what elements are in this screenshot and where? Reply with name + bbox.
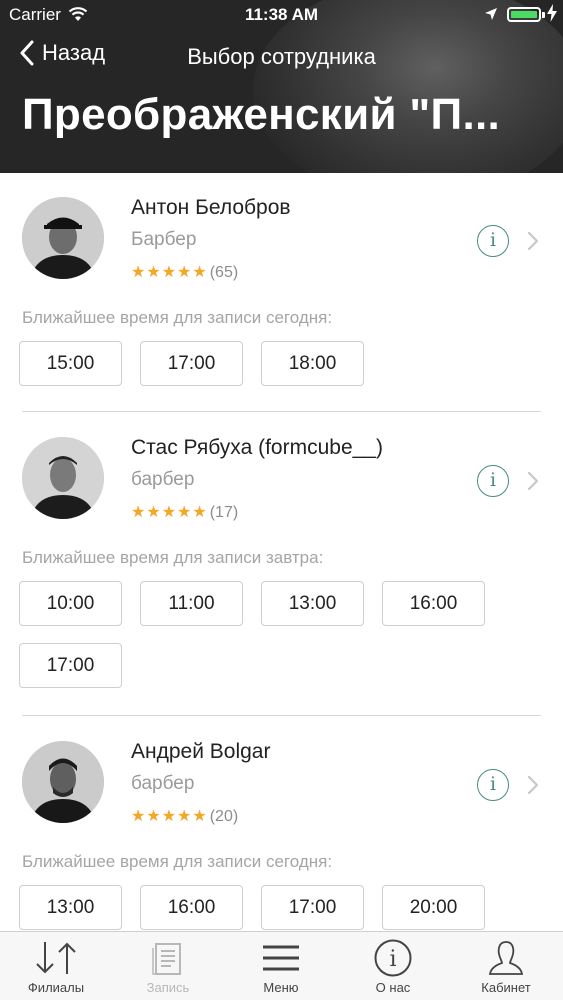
- menu-hamburger-icon: [225, 938, 337, 978]
- slots-label: Ближайшее время для записи завтра:: [22, 548, 324, 567]
- tab-about[interactable]: i О нас: [337, 932, 449, 1001]
- branches-arrows-icon: [0, 938, 112, 978]
- time-slot-button[interactable]: 10:00: [19, 581, 122, 626]
- employee-rating: ★★★★★ (17): [131, 502, 238, 522]
- info-icon[interactable]: i: [477, 769, 509, 801]
- employee-name: Антон Белобров: [131, 196, 291, 219]
- divider: [22, 715, 541, 716]
- time-slot-button[interactable]: 17:00: [140, 341, 243, 386]
- time-slot-button[interactable]: 11:00: [140, 581, 243, 626]
- chevron-right-icon[interactable]: [527, 231, 539, 251]
- battery-icon: [507, 7, 541, 22]
- slots-label: Ближайшее время для записи сегодня:: [22, 852, 333, 871]
- tab-branches[interactable]: Филиалы: [0, 932, 112, 1001]
- tab-label: Кабинет: [481, 980, 531, 995]
- info-circle-icon: i: [337, 938, 449, 978]
- time-slot-button[interactable]: 16:00: [382, 581, 485, 626]
- time-slot-button[interactable]: 17:00: [261, 885, 364, 930]
- status-bar: Carrier 11:38 AM: [0, 0, 563, 30]
- header: Carrier 11:38 AM Назад Выбор сотрудника …: [0, 0, 563, 173]
- employee-card[interactable]: Андрей Bolgar барбер ★★★★★ (20) i Ближайш…: [0, 717, 563, 931]
- svg-text:i: i: [389, 947, 396, 972]
- page-title: Преображенский "П...: [22, 90, 501, 139]
- employee-avatar: [22, 437, 104, 519]
- rating-count: (20): [209, 808, 239, 825]
- employee-card[interactable]: Стас Рябуха (formcube__) барбер ★★★★★ (17…: [0, 413, 563, 717]
- employee-role: барбер: [131, 773, 195, 794]
- tab-bar: Филиалы Запись Меню i О нас Кабинет: [0, 931, 563, 1000]
- employee-name: Андрей Bolgar: [131, 740, 271, 763]
- battery-tip: [542, 12, 545, 18]
- tab-label: Запись: [146, 980, 190, 995]
- chevron-right-icon[interactable]: [527, 471, 539, 491]
- rating-stars: ★★★★★: [131, 808, 208, 825]
- employee-rating: ★★★★★ (65): [131, 262, 238, 282]
- employee-rating: ★★★★★ (20): [131, 806, 238, 826]
- employee-role: Барбер: [131, 229, 197, 250]
- user-silhouette-icon: [450, 938, 562, 978]
- location-arrow-icon: [484, 6, 498, 26]
- info-icon[interactable]: i: [477, 225, 509, 257]
- employee-list[interactable]: Антон Белобров Барбер ★★★★★ (65) i Ближай…: [0, 173, 563, 931]
- time-slot-button[interactable]: 13:00: [261, 581, 364, 626]
- info-icon[interactable]: i: [477, 465, 509, 497]
- tab-label: О нас: [375, 980, 411, 995]
- employee-avatar: [22, 741, 104, 823]
- rating-stars: ★★★★★: [131, 504, 208, 521]
- tab-cabinet[interactable]: Кабинет: [450, 932, 562, 1001]
- time-slot-button[interactable]: 16:00: [140, 885, 243, 930]
- time-slot-button[interactable]: 18:00: [261, 341, 364, 386]
- rating-count: (65): [209, 264, 239, 281]
- booking-document-icon: [112, 938, 224, 978]
- charging-bolt-icon: [547, 4, 557, 26]
- nav-title: Выбор сотрудника: [187, 44, 376, 69]
- time-slot-button[interactable]: 15:00: [19, 341, 122, 386]
- employee-name: Стас Рябуха (formcube__): [131, 436, 383, 459]
- time-slot-button[interactable]: 13:00: [19, 885, 122, 930]
- employee-card[interactable]: Антон Белобров Барбер ★★★★★ (65) i Ближай…: [0, 173, 563, 413]
- employee-role: барбер: [131, 469, 195, 490]
- rating-stars: ★★★★★: [131, 264, 208, 281]
- tab-booking[interactable]: Запись: [112, 932, 224, 1001]
- divider: [22, 411, 541, 412]
- rating-count: (17): [209, 504, 239, 521]
- time-slot-button[interactable]: 20:00: [382, 885, 485, 930]
- clock: 11:38 AM: [244, 5, 319, 24]
- tab-label: Филиалы: [27, 980, 85, 995]
- tab-menu[interactable]: Меню: [225, 932, 337, 1001]
- tab-label: Меню: [263, 980, 299, 995]
- chevron-right-icon[interactable]: [527, 775, 539, 795]
- time-slot-button[interactable]: 17:00: [19, 643, 122, 688]
- employee-avatar: [22, 197, 104, 279]
- slots-label: Ближайшее время для записи сегодня:: [22, 308, 333, 327]
